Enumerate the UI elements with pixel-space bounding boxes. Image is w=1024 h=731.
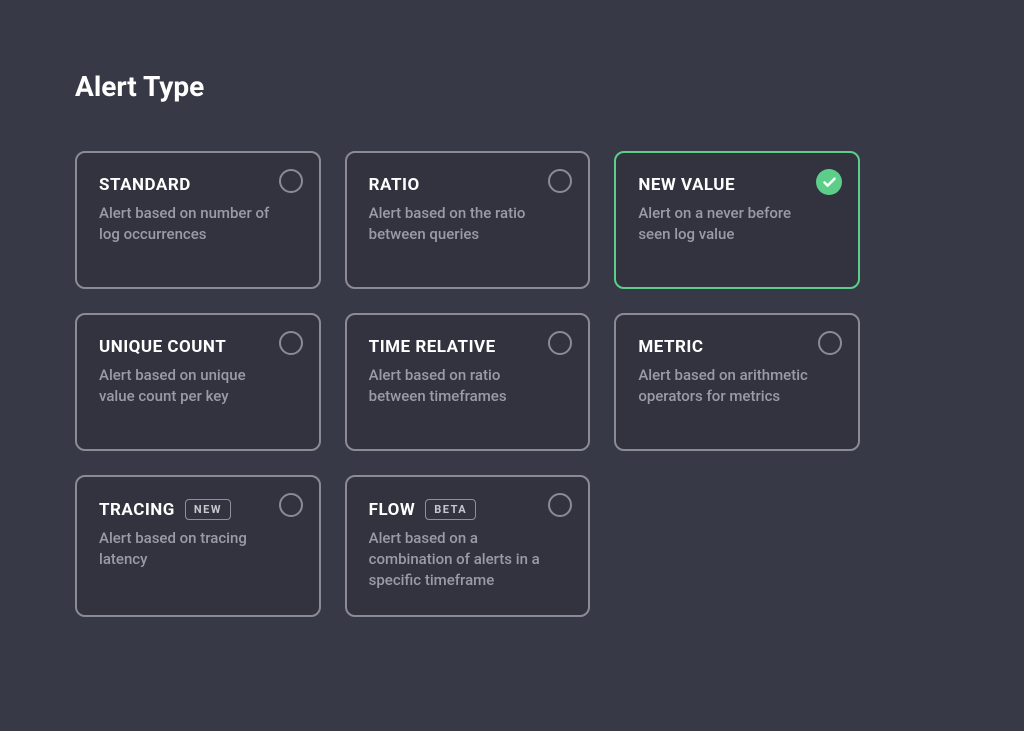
badge-new: NEW [185, 499, 231, 520]
alert-type-grid: STANDARD Alert based on number of log oc… [75, 151, 860, 617]
alert-option-tracing[interactable]: TRACING NEW Alert based on tracing laten… [75, 475, 321, 617]
alert-option-title: FLOW [369, 500, 416, 520]
badge-beta: BETA [425, 499, 476, 520]
alert-option-title: METRIC [638, 337, 836, 357]
alert-option-title: TRACING [99, 500, 175, 520]
radio-unselected-icon [818, 331, 842, 355]
alert-option-desc: Alert based on unique value count per ke… [99, 365, 297, 407]
alert-option-flow[interactable]: FLOW BETA Alert based on a combination o… [345, 475, 591, 617]
alert-option-metric[interactable]: METRIC Alert based on arithmetic operato… [614, 313, 860, 451]
alert-option-desc: Alert based on number of log occurrences [99, 203, 297, 245]
alert-option-desc: Alert based on tracing latency [99, 528, 297, 570]
alert-option-title: RATIO [369, 175, 567, 195]
alert-option-new-value[interactable]: NEW VALUE Alert on a never before seen l… [614, 151, 860, 289]
alert-type-panel: Alert Type STANDARD Alert based on numbe… [0, 0, 1024, 687]
radio-selected-check-icon [816, 169, 842, 195]
alert-option-title: NEW VALUE [638, 175, 836, 195]
alert-option-title: UNIQUE COUNT [99, 337, 297, 357]
radio-unselected-icon [279, 331, 303, 355]
alert-option-desc: Alert on a never before seen log value [638, 203, 836, 245]
alert-option-title: STANDARD [99, 175, 297, 195]
alert-option-desc: Alert based on ratio between timeframes [369, 365, 567, 407]
radio-unselected-icon [548, 493, 572, 517]
alert-option-desc: Alert based on the ratio between queries [369, 203, 567, 245]
radio-unselected-icon [279, 169, 303, 193]
alert-option-desc: Alert based on a combination of alerts i… [369, 528, 567, 591]
alert-option-standard[interactable]: STANDARD Alert based on number of log oc… [75, 151, 321, 289]
alert-option-time-relative[interactable]: TIME RELATIVE Alert based on ratio betwe… [345, 313, 591, 451]
alert-option-title: TIME RELATIVE [369, 337, 567, 357]
alert-option-ratio[interactable]: RATIO Alert based on the ratio between q… [345, 151, 591, 289]
radio-unselected-icon [548, 169, 572, 193]
radio-unselected-icon [548, 331, 572, 355]
alert-option-unique-count[interactable]: UNIQUE COUNT Alert based on unique value… [75, 313, 321, 451]
radio-unselected-icon [279, 493, 303, 517]
section-title: Alert Type [75, 70, 949, 103]
alert-option-desc: Alert based on arithmetic operators for … [638, 365, 836, 407]
